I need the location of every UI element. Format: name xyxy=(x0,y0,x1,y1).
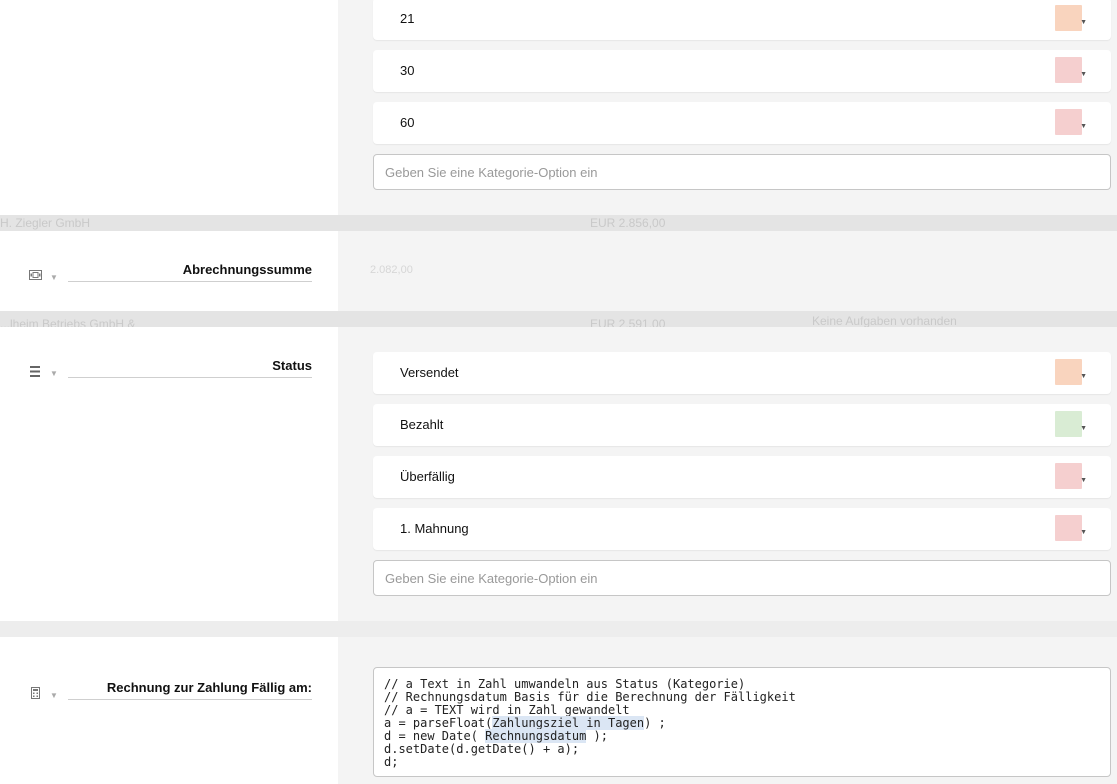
chevron-down-icon[interactable]: ▼ xyxy=(1080,477,1087,484)
formula-editor[interactable]: // a Text in Zahl umwandeln aus Status (… xyxy=(373,667,1111,777)
background-list-row: H. Ziegler GmbH EUR 2.856,00 xyxy=(0,215,1117,231)
chevron-down-icon[interactable]: ▼ xyxy=(1080,19,1087,26)
category-option-label: 30 xyxy=(400,63,415,78)
category-option-versendet[interactable]: Versendet ▼ xyxy=(373,352,1111,394)
chevron-down-icon[interactable]: ▼ xyxy=(1080,425,1087,432)
chevron-down-icon[interactable]: ▼ xyxy=(50,369,58,378)
category-option-21[interactable]: 21 ▼ xyxy=(373,0,1111,40)
color-swatch[interactable] xyxy=(1055,463,1082,489)
ghost-note: Keine Aufgaben vorhanden xyxy=(812,314,957,328)
color-swatch[interactable] xyxy=(1055,359,1082,385)
color-swatch[interactable] xyxy=(1055,109,1082,135)
chevron-down-icon[interactable]: ▼ xyxy=(50,691,58,700)
calculator-icon xyxy=(28,686,42,700)
field-section-sum: ▼ Abrechnungssumme 2.082,00 xyxy=(0,231,1117,311)
category-option-label: Bezahlt xyxy=(400,417,444,432)
category-option-ueberfaellig[interactable]: Überfällig ▼ xyxy=(373,456,1111,498)
code-text: ) ; xyxy=(644,716,666,730)
chevron-down-icon[interactable]: ▼ xyxy=(1080,123,1087,130)
category-option-input-top[interactable] xyxy=(373,154,1111,190)
category-option-label: 1. Mahnung xyxy=(400,521,469,536)
code-text: ); xyxy=(586,729,608,743)
code-line: d; xyxy=(384,755,399,769)
field-label-panel-top xyxy=(0,0,338,215)
field-label-panel-due: ▼ Rechnung zur Zahlung Fällig am: xyxy=(0,637,338,784)
field-reference-token[interactable]: Rechnungsdatum xyxy=(485,729,587,743)
code-text: d = new Date( xyxy=(384,729,486,743)
color-swatch[interactable] xyxy=(1055,515,1082,541)
ghost-amount: EUR 2.856,00 xyxy=(590,216,666,230)
category-option-label: 21 xyxy=(400,11,415,26)
category-option-label: 60 xyxy=(400,115,415,130)
category-option-mahnung[interactable]: 1. Mahnung ▼ xyxy=(373,508,1111,550)
category-option-bezahlt[interactable]: Bezahlt ▼ xyxy=(373,404,1111,446)
category-option-label: Versendet xyxy=(400,365,459,380)
ghost-company: H. Ziegler GmbH xyxy=(0,216,91,230)
category-option-label: Überfällig xyxy=(400,469,455,484)
field-value: 2.082,00 xyxy=(370,264,413,276)
chevron-down-icon[interactable]: ▼ xyxy=(50,273,58,282)
chevron-down-icon[interactable]: ▼ xyxy=(1080,529,1087,536)
color-swatch[interactable] xyxy=(1055,57,1082,83)
field-reference-token[interactable]: Zahlungsziel in Tagen xyxy=(492,716,645,730)
color-swatch[interactable] xyxy=(1055,411,1082,437)
code-text: a = parseFloat( xyxy=(384,716,493,730)
color-swatch[interactable] xyxy=(1055,5,1082,31)
list-icon xyxy=(28,364,42,378)
field-label[interactable]: Abrechnungssumme xyxy=(67,262,312,282)
chevron-down-icon[interactable]: ▼ xyxy=(1080,373,1087,380)
background-list-row: ...lheim Betriebs GmbH & EUR 2.591,00 Ke… xyxy=(0,311,1117,331)
chevron-down-icon[interactable]: ▼ xyxy=(1080,71,1087,78)
field-header-due[interactable]: ▼ Rechnung zur Zahlung Fällig am: xyxy=(28,680,312,700)
code-line: d.setDate(d.getDate() + a); xyxy=(384,742,580,756)
category-option-60[interactable]: 60 ▼ xyxy=(373,102,1111,144)
field-header-sum[interactable]: ▼ Abrechnungssumme xyxy=(28,262,312,282)
field-label[interactable]: Status xyxy=(67,358,312,378)
field-value-panel-sum: 2.082,00 xyxy=(338,231,1117,311)
category-option-30[interactable]: 30 ▼ xyxy=(373,50,1111,92)
field-header-status[interactable]: ▼ Status xyxy=(28,358,312,378)
money-icon xyxy=(28,268,42,282)
field-label-panel-sum: ▼ Abrechnungssumme xyxy=(0,231,338,311)
field-label[interactable]: Rechnung zur Zahlung Fällig am: xyxy=(67,680,312,700)
field-label-panel-status: ▼ Status xyxy=(0,327,338,621)
category-option-input-status[interactable] xyxy=(373,560,1111,596)
